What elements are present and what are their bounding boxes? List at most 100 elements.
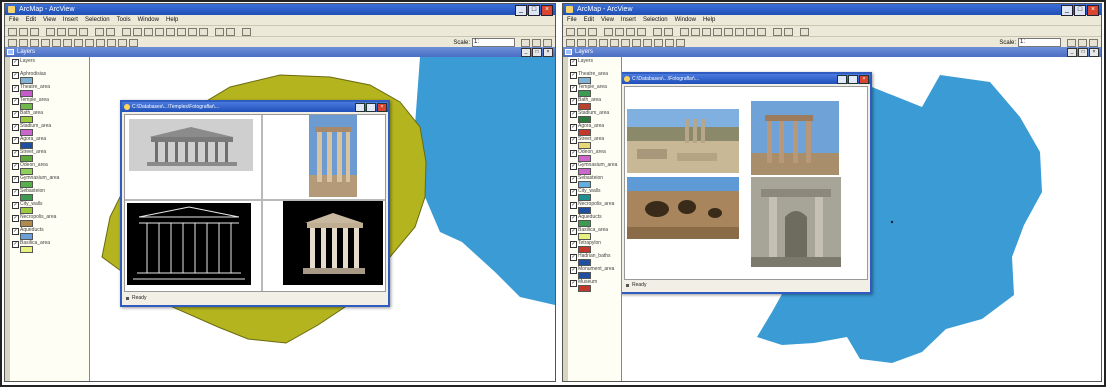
layer-visibility-checkbox[interactable]: ✓ xyxy=(570,189,577,196)
toc-layer-item[interactable]: ✓ Temple_area xyxy=(5,96,89,110)
popup-close-icon[interactable]: × xyxy=(859,75,869,84)
layer-visibility-checkbox[interactable]: ✓ xyxy=(570,150,577,157)
layer-visibility-checkbox[interactable]: ✓ xyxy=(12,215,19,222)
font-icon[interactable] xyxy=(654,38,663,47)
select-icon[interactable] xyxy=(215,27,224,36)
layer-visibility-checkbox[interactable]: ✓ xyxy=(570,267,577,274)
popup-maximize-icon[interactable]: □ xyxy=(366,103,376,112)
toc-layer-item[interactable]: ✓ Bath_area xyxy=(563,96,621,110)
menu-window[interactable]: Window xyxy=(675,15,696,25)
temple-3d-model-image[interactable] xyxy=(283,201,383,285)
layer-symbol-swatch[interactable] xyxy=(20,246,33,253)
layer-visibility-checkbox[interactable]: ✓ xyxy=(12,111,19,118)
text-icon[interactable] xyxy=(41,38,50,47)
doc-restore-icon[interactable]: □ xyxy=(532,48,542,57)
line-icon[interactable] xyxy=(63,38,72,47)
open-icon[interactable] xyxy=(19,27,28,36)
catalog-icon[interactable] xyxy=(1089,38,1098,47)
menu-selection[interactable]: Selection xyxy=(85,15,110,25)
zoom-icon[interactable] xyxy=(19,38,28,47)
save-icon[interactable] xyxy=(588,27,597,36)
layer-visibility-checkbox[interactable]: ✓ xyxy=(12,85,19,92)
popup-minimize-icon[interactable]: _ xyxy=(355,103,365,112)
layout-icon[interactable] xyxy=(226,27,235,36)
measure-icon[interactable] xyxy=(188,27,197,36)
toc-layer-item[interactable]: ✓ Aphrodisias xyxy=(5,70,89,84)
layer-visibility-checkbox[interactable]: ✓ xyxy=(12,98,19,105)
monument-facade-image[interactable] xyxy=(751,177,841,267)
layer-symbol-swatch[interactable] xyxy=(578,285,591,292)
popup-minimize-icon[interactable]: _ xyxy=(837,75,847,84)
table-icon[interactable] xyxy=(532,38,541,47)
layer-visibility-checkbox[interactable]: ✓ xyxy=(570,72,577,79)
toc-layer-item[interactable]: ✓ Basilica_area xyxy=(5,239,89,253)
toc-layer-item[interactable]: ✓ Tetrapylon xyxy=(563,239,621,253)
temple-wireframe-image[interactable] xyxy=(127,203,251,285)
menu-edit[interactable]: Edit xyxy=(26,15,36,25)
draw-icon[interactable] xyxy=(588,38,597,47)
layer-visibility-checkbox[interactable]: ✓ xyxy=(12,137,19,144)
layer-visibility-checkbox[interactable]: ✓ xyxy=(12,241,19,248)
select-icon[interactable] xyxy=(773,27,782,36)
layout-icon[interactable] xyxy=(784,27,793,36)
toc-layer-item[interactable]: ✓ Monument_area xyxy=(563,265,621,279)
fill-icon[interactable] xyxy=(610,38,619,47)
menu-edit[interactable]: Edit xyxy=(584,15,594,25)
layer-visibility-checkbox[interactable]: ✓ xyxy=(570,111,577,118)
doc-minimize-icon[interactable]: _ xyxy=(1067,48,1077,57)
toc-layer-item[interactable]: ✓ Layers xyxy=(5,57,89,70)
catalog-icon[interactable] xyxy=(543,38,552,47)
toc-layer-item[interactable]: ✓ Aqueducts xyxy=(5,226,89,240)
toc-layer-item[interactable]: ✓ City_walls xyxy=(5,200,89,214)
cut-icon[interactable] xyxy=(615,27,624,36)
menu-view[interactable]: View xyxy=(43,15,56,25)
undo-icon[interactable] xyxy=(95,27,104,36)
layer-visibility-checkbox[interactable]: ✓ xyxy=(12,228,19,235)
layer-visibility-checkbox[interactable]: ✓ xyxy=(570,280,577,287)
marker-icon[interactable] xyxy=(74,38,83,47)
identify-icon[interactable] xyxy=(724,27,733,36)
zoom-in-icon[interactable] xyxy=(122,27,131,36)
arrow-icon[interactable] xyxy=(8,38,17,47)
hyperlink-icon[interactable] xyxy=(757,27,766,36)
bold-icon[interactable] xyxy=(107,38,116,47)
layer-visibility-checkbox[interactable]: ✓ xyxy=(12,150,19,157)
align-icon[interactable] xyxy=(129,38,138,47)
font-icon[interactable] xyxy=(96,38,105,47)
scale-input[interactable]: 1: xyxy=(1018,38,1061,47)
layer-visibility-checkbox[interactable]: ✓ xyxy=(570,98,577,105)
columns-photo-image[interactable] xyxy=(309,115,357,197)
toc-layer-item[interactable]: ✓ Street_area xyxy=(5,148,89,162)
paste-icon[interactable] xyxy=(79,27,88,36)
toc-layer-item[interactable]: ✓ Theatre_area xyxy=(5,83,89,97)
layer-visibility-checkbox[interactable]: ✓ xyxy=(570,59,577,66)
pen-icon[interactable] xyxy=(643,38,652,47)
doc-close-icon[interactable]: × xyxy=(1089,48,1099,57)
redo-icon[interactable] xyxy=(106,27,115,36)
new-icon[interactable] xyxy=(566,27,575,36)
pan-icon[interactable] xyxy=(702,27,711,36)
layer-visibility-checkbox[interactable]: ✓ xyxy=(570,215,577,222)
toc-layer-item[interactable]: ✓ Museum xyxy=(563,278,621,292)
ancient-wall-image[interactable] xyxy=(627,177,739,239)
find-icon[interactable] xyxy=(177,27,186,36)
copy-icon[interactable] xyxy=(68,27,77,36)
toc-layer-item[interactable]: ✓ Sebasteion xyxy=(563,174,621,188)
print-icon[interactable] xyxy=(604,27,613,36)
italic-icon[interactable] xyxy=(676,38,685,47)
doc-restore-icon[interactable]: □ xyxy=(1078,48,1088,57)
layer-visibility-checkbox[interactable]: ✓ xyxy=(570,163,577,170)
menu-insert[interactable]: Insert xyxy=(621,15,636,25)
pen-icon[interactable] xyxy=(85,38,94,47)
menu-insert[interactable]: Insert xyxy=(63,15,78,25)
popup-maximize-icon[interactable]: □ xyxy=(848,75,858,84)
layer-visibility-checkbox[interactable]: ✓ xyxy=(570,241,577,248)
zoom-in-icon[interactable] xyxy=(680,27,689,36)
paste-icon[interactable] xyxy=(637,27,646,36)
layer-visibility-checkbox[interactable]: ✓ xyxy=(570,202,577,209)
zoom-icon[interactable] xyxy=(577,38,586,47)
toc-layer-item[interactable]: ✓ Layers xyxy=(563,57,621,70)
table-icon[interactable] xyxy=(1078,38,1087,47)
menu-help[interactable]: Help xyxy=(166,15,178,25)
arrow-icon[interactable] xyxy=(566,38,575,47)
